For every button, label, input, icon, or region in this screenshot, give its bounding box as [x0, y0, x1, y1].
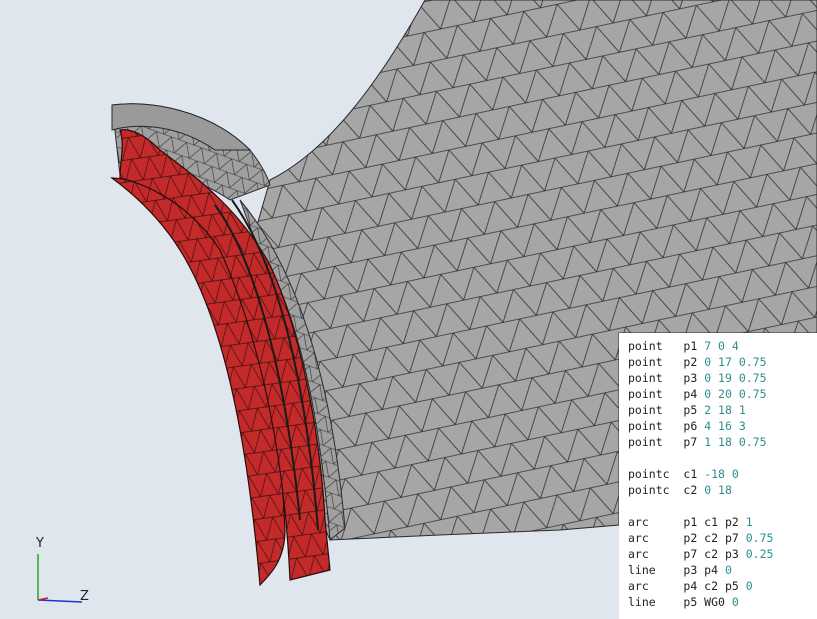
code-line: line p5 WG0 0: [628, 594, 817, 610]
code-command: point: [628, 419, 677, 433]
code-values: 0 18: [704, 483, 732, 497]
code-values: 0.75: [745, 531, 774, 545]
code-line: point p5 2 18 1: [628, 402, 817, 418]
code-command: arc: [628, 579, 677, 593]
code-values: 0: [731, 595, 739, 609]
code-line: point p2 0 17 0.75: [628, 354, 817, 370]
code-line: point p3 0 19 0.75: [628, 370, 817, 386]
code-arguments: c2: [683, 483, 698, 497]
geometry-script-panel: point p1 7 0 4 point p2 0 17 0.75 point p3…: [619, 333, 817, 619]
code-arguments: p5: [683, 403, 698, 417]
code-command: point: [628, 403, 677, 417]
code-values: 1 18 0.75: [704, 435, 767, 449]
code-values: 7 0 4: [704, 339, 739, 353]
z-axis-label: Z: [80, 589, 89, 604]
code-command: arc: [628, 531, 677, 545]
code-arguments: p2: [683, 355, 698, 369]
code-line: line p3 p4 0: [628, 562, 817, 578]
code-line: arc p7 c2 p3 0.25: [628, 546, 817, 562]
code-arguments: c1: [683, 467, 698, 481]
code-command: arc: [628, 547, 677, 561]
code-arguments: p7 c2 p3: [683, 547, 739, 561]
code-values: 0 17 0.75: [704, 355, 767, 369]
code-command: point: [628, 339, 677, 353]
code-command: arc: [628, 515, 677, 529]
code-values: 0: [724, 563, 732, 577]
code-arguments: p7: [683, 435, 698, 449]
code-arguments: p3 p4: [683, 563, 719, 577]
code-command: line: [628, 563, 677, 577]
y-axis-label: Y: [36, 536, 44, 551]
axes-triad: Y Z: [30, 534, 100, 609]
code-line: pointc c2 0 18: [628, 482, 817, 498]
code-values: -18 0: [704, 467, 739, 481]
code-values: 0 20 0.75: [704, 387, 767, 401]
code-values: 4 16 3: [704, 419, 746, 433]
code-arguments: p4: [683, 387, 698, 401]
code-arguments: p5 WG0: [683, 595, 725, 609]
code-command: point: [628, 387, 677, 401]
code-command: pointc: [628, 483, 677, 497]
code-command: pointc: [628, 467, 677, 481]
code-line: pointc c1 -18 0: [628, 466, 817, 482]
code-arguments: p3: [683, 371, 698, 385]
code-line: arc p2 c2 p7 0.75: [628, 530, 817, 546]
code-command: line: [628, 595, 677, 609]
z-axis-line: [37, 599, 83, 603]
code-arguments: p1 c1 p2: [683, 515, 739, 529]
code-line: point p6 4 16 3: [628, 418, 817, 434]
code-command: point: [628, 355, 677, 369]
code-arguments: p1: [683, 339, 698, 353]
code-values: 0.25: [745, 547, 774, 561]
code-line: arc p4 c2 p5 0: [628, 578, 817, 594]
code-arguments: p6: [683, 419, 698, 433]
code-line: arc p1 c1 p2 1: [628, 514, 817, 530]
code-line: point p4 0 20 0.75: [628, 386, 817, 402]
code-line: point p1 7 0 4: [628, 338, 817, 354]
code-values: 0: [745, 579, 753, 593]
code-command: point: [628, 435, 677, 449]
code-values: 1: [745, 515, 753, 529]
code-values: 2 18 1: [704, 403, 746, 417]
code-command: point: [628, 371, 677, 385]
code-values: 0 19 0.75: [704, 371, 767, 385]
code-arguments: p2 c2 p7: [683, 531, 739, 545]
code-line: point p7 1 18 0.75: [628, 434, 817, 450]
code-arguments: p4 c2 p5: [683, 579, 739, 593]
